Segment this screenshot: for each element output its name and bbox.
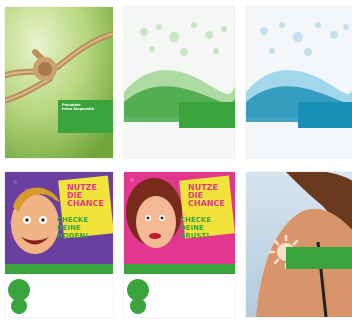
subline: CHECKE DEINE HODEN! xyxy=(57,216,89,240)
rope-cover-image xyxy=(5,7,113,158)
beach-cover-image xyxy=(246,172,352,317)
brochure-card-comic-woman[interactable]: NUTZE DIE CHANCE CHECKE DEINE BRUST! xyxy=(124,172,235,317)
brochure-card-beach[interactable] xyxy=(246,172,352,317)
brochure-card-comic-man[interactable]: NUTZE DIE CHANCE CHECKE DEINE HODEN! xyxy=(5,172,113,317)
brochure-title: Pränatale frühe Diagnostik xyxy=(62,103,94,112)
green-wave-cover-image xyxy=(124,7,235,158)
headline: NUTZE DIE CHANCE xyxy=(67,183,104,208)
brochure-card-blue-wave[interactable] xyxy=(246,7,352,158)
headline: NUTZE DIE CHANCE xyxy=(188,183,225,208)
subline: CHECKE DEINE BRUST! xyxy=(180,216,212,240)
brochure-card-rope[interactable]: Pränatale frühe Diagnostik xyxy=(5,7,113,158)
brochure-card-green-wave[interactable] xyxy=(124,7,235,158)
blue-wave-cover-image xyxy=(246,7,352,158)
